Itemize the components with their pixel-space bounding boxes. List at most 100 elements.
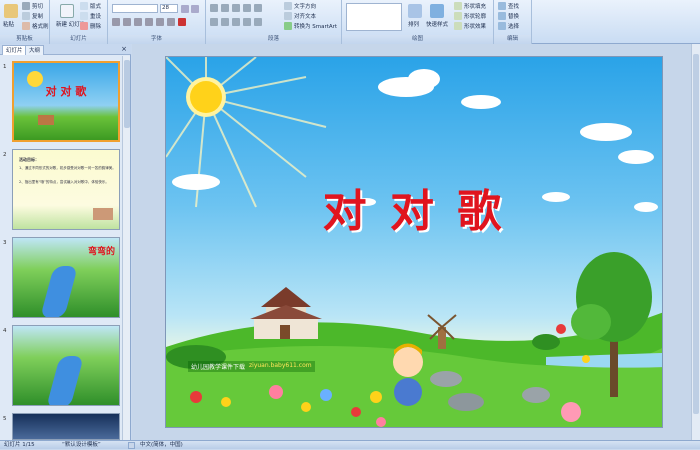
house-icon [250, 287, 322, 339]
bullets-icon[interactable] [210, 4, 218, 12]
shapes-gallery[interactable] [346, 3, 402, 31]
copy-button[interactable]: 复制 [22, 12, 43, 20]
align-row [210, 18, 262, 26]
spellcheck-icon[interactable] [128, 442, 135, 449]
underline-icon[interactable] [134, 18, 142, 26]
tab-slides[interactable]: 幻灯片 [2, 45, 27, 55]
replace-button[interactable]: 替换 [498, 12, 519, 20]
slides-label: 幻灯片 [50, 35, 107, 44]
outline-icon [454, 12, 462, 20]
brush-icon [22, 22, 30, 30]
clipboard-label: 剪贴板 [0, 35, 49, 44]
shrink-font-icon [191, 5, 199, 13]
ribbon: 粘贴 剪切 复制 格式刷 剪贴板 新建 幻灯片 版式 重设 删除 幻灯片 28 … [0, 0, 700, 44]
thumb-line: 1、通过不同形式的对歌，初步感受对对歌一问一答的韵律美。 [19, 166, 116, 170]
shape-effects-button[interactable]: 形状效果 [454, 22, 486, 30]
arrange-button[interactable]: 排列 [408, 20, 419, 28]
line-spacing-icon[interactable] [254, 4, 262, 12]
thumb-title: 对 对 歌 [45, 85, 87, 98]
text-direction-button[interactable]: 文字方向 [284, 2, 316, 10]
house-icon [38, 115, 54, 125]
slides-group: 新建 幻灯片 版式 重设 删除 幻灯片 [50, 0, 108, 44]
paragraph-group: 文字方向 对齐文本 转换为 SmartArt 段落 [206, 0, 342, 44]
river-icon [46, 356, 84, 405]
close-icon[interactable]: × [121, 45, 127, 53]
font-group: 28 字体 [108, 0, 206, 44]
scissors-icon [22, 2, 30, 10]
align-right-icon[interactable] [232, 18, 240, 26]
smartart-icon [284, 22, 292, 30]
paste-button[interactable]: 粘贴 [3, 20, 14, 28]
shape-outline-button[interactable]: 形状轮廓 [454, 12, 486, 20]
select-icon [498, 22, 506, 30]
slide-title[interactable]: 对 对 歌 [166, 175, 662, 239]
font-name-box[interactable] [112, 4, 158, 13]
slide-thumbnail-1[interactable]: 对 对 歌 [12, 61, 120, 142]
text-direction-icon [284, 2, 292, 10]
format-painter-button[interactable]: 格式刷 [22, 22, 49, 30]
editing-label: 编辑 [494, 35, 531, 44]
list-row [210, 4, 262, 12]
layout-button[interactable]: 版式 [80, 2, 101, 10]
font-label: 字体 [108, 35, 205, 44]
smartart-button[interactable]: 转换为 SmartArt [284, 22, 337, 30]
thumb-line: 活动目标： [19, 157, 39, 162]
panel-scrollbar[interactable] [122, 56, 130, 440]
editing-group: 查找 替换 选择 编辑 [494, 0, 532, 44]
indent-icon[interactable] [232, 4, 240, 12]
slide-thumbnail-5[interactable] [12, 413, 120, 440]
thumb-number: 2 [3, 152, 7, 158]
numbering-icon[interactable] [221, 4, 229, 12]
watermark-text: 幼儿园教学课件下载 [191, 364, 246, 371]
align-text-icon [284, 12, 292, 20]
grow-font-icon [181, 5, 189, 13]
italic-icon[interactable] [123, 18, 131, 26]
scroll-thumb[interactable] [693, 54, 699, 414]
outdent-icon[interactable] [243, 4, 251, 12]
effects-icon [454, 22, 462, 30]
panel-tabs: 幻灯片 大纲 × [0, 44, 131, 55]
thumb-number: 1 [3, 64, 7, 70]
copy-icon [22, 12, 30, 20]
font-format-row [112, 18, 186, 26]
find-button[interactable]: 查找 [498, 2, 519, 10]
drawing-group: 排列 快速样式 形状填充 形状轮廓 形状效果 绘图 [342, 0, 494, 44]
thumb-title: 弯弯的 [87, 247, 115, 257]
layout-icon [80, 2, 88, 10]
shrink-font-button[interactable] [191, 5, 199, 13]
watermark-url[interactable]: ziyuan.baby611.com [249, 362, 312, 371]
reset-button[interactable]: 重设 [80, 12, 101, 20]
align-text-button[interactable]: 对齐文本 [284, 12, 316, 20]
slide-thumbnail-2[interactable]: 活动目标： 1、通过不同形式的对歌，初步感受对对歌一问一答的韵律美。 2、指出里… [12, 149, 120, 230]
arrange-icon[interactable] [408, 4, 422, 18]
strike-icon[interactable] [145, 18, 153, 26]
font-color-icon[interactable] [178, 18, 186, 26]
shape-fill-button[interactable]: 形状填充 [454, 2, 486, 10]
bold-icon[interactable] [112, 18, 120, 26]
spacing-icon[interactable] [167, 18, 175, 26]
quick-styles-icon[interactable] [430, 4, 444, 18]
new-slide-icon[interactable] [60, 4, 74, 18]
fill-icon [454, 2, 462, 10]
sun-icon [190, 81, 222, 113]
cut-button[interactable]: 剪切 [22, 2, 43, 10]
thumb-number: 3 [3, 240, 7, 246]
delete-button[interactable]: 删除 [80, 22, 101, 30]
align-center-icon[interactable] [221, 18, 229, 26]
align-left-icon[interactable] [210, 18, 218, 26]
shadow-icon[interactable] [156, 18, 164, 26]
tab-outline[interactable]: 大纲 [25, 45, 45, 55]
slide-thumbnail-3[interactable]: 弯弯的 [12, 237, 120, 318]
slide-thumbnail-4[interactable] [12, 325, 120, 406]
paste-icon[interactable] [4, 4, 18, 18]
river-icon [40, 266, 78, 317]
current-slide[interactable]: 对 对 歌 幼儿园教学课件下载 ziyuan.baby611.com [165, 56, 663, 428]
grow-font-button[interactable] [181, 5, 189, 13]
justify-icon[interactable] [243, 18, 251, 26]
select-button[interactable]: 选择 [498, 22, 519, 30]
font-size-box[interactable]: 28 [160, 4, 178, 13]
scroll-thumb[interactable] [124, 60, 130, 128]
stage-scrollbar[interactable] [691, 44, 700, 440]
columns-icon[interactable] [254, 18, 262, 26]
quick-styles-button[interactable]: 快速样式 [426, 20, 448, 28]
